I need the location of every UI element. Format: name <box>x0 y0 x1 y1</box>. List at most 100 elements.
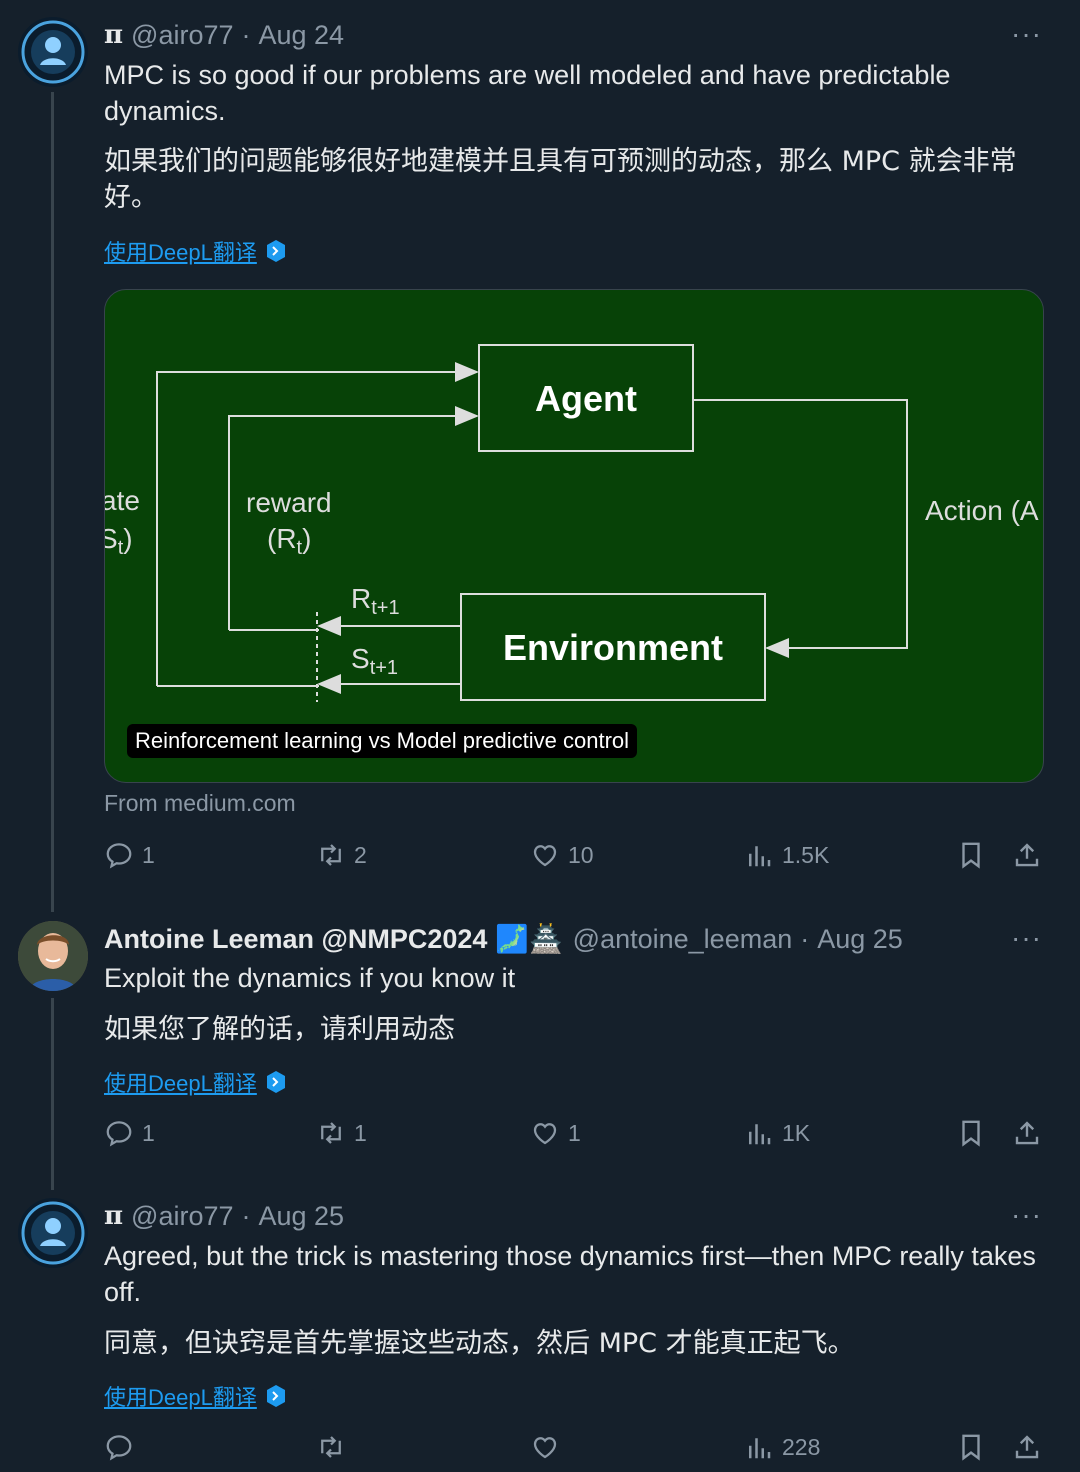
tweet-text: MPC is so good if our problems are well … <box>104 60 951 126</box>
tweet-actions: 1 1 1 1K <box>104 1118 1044 1158</box>
name-emoji: 🗾🏯 <box>495 924 563 954</box>
rl-diagram: Agent Environment ate St) reward (Rt) Rt… <box>105 344 1039 702</box>
card-caption: Reinforcement learning vs Model predicti… <box>127 724 638 758</box>
bookmark-icon <box>956 1118 986 1148</box>
more-icon[interactable]: ··· <box>1011 18 1042 50</box>
view-count: 228 <box>782 1433 821 1460</box>
reward-symbol: (Rt) <box>267 523 311 559</box>
bookmark-button[interactable] <box>956 1432 986 1462</box>
r-next-label: Rt+1 <box>351 583 400 619</box>
views-button[interactable]: 1K <box>744 1118 810 1148</box>
like-icon <box>530 840 560 870</box>
reply-count: 1 <box>142 841 155 868</box>
share-icon <box>1012 1432 1042 1462</box>
translate-link[interactable]: 使用DeepL翻译 <box>104 1380 287 1412</box>
reply-button[interactable]: 1 <box>104 840 155 870</box>
share-icon <box>1012 840 1042 870</box>
translate-link[interactable]: 使用DeepL翻译 <box>104 1066 287 1098</box>
card-source[interactable]: From medium.com <box>104 790 296 817</box>
avatar-image <box>18 921 88 991</box>
share-button[interactable] <box>1012 840 1042 870</box>
tweet-text: Agreed, but the trick is mastering those… <box>104 1241 1036 1307</box>
more-icon[interactable]: ··· <box>1011 922 1042 954</box>
deepl-icon <box>265 1070 287 1094</box>
action-arrow <box>693 399 908 658</box>
repost-count: 2 <box>354 841 367 868</box>
timestamp[interactable]: Aug 24 <box>259 20 345 51</box>
s-next-label: St+1 <box>351 643 398 679</box>
timestamp[interactable]: Aug 25 <box>259 1201 345 1232</box>
handle[interactable]: @airo77 <box>131 20 233 51</box>
separator: · <box>241 19 251 50</box>
share-button[interactable] <box>1012 1432 1042 1462</box>
tweet-actions: 1 2 10 1.5K <box>104 840 1044 880</box>
views-icon <box>744 1432 774 1462</box>
tweet-translation: 如果您了解的话，请利用动态 <box>104 1014 455 1045</box>
repost-button[interactable]: 2 <box>316 840 367 870</box>
avatar[interactable] <box>18 921 88 991</box>
more-icon[interactable]: ··· <box>1011 1199 1042 1231</box>
display-name[interactable]: Antoine Leeman @NMPC2024 <box>104 924 487 955</box>
separator: · <box>241 1200 251 1231</box>
tweet[interactable]: π @airo77 · Aug 24 ··· MPC is so good if… <box>0 0 1080 900</box>
avatar[interactable] <box>18 17 88 87</box>
tweet-header: π @airo77 · Aug 25 <box>104 1198 344 1234</box>
like-icon <box>530 1432 560 1462</box>
view-count: 1.5K <box>782 841 830 868</box>
handle[interactable]: @airo77 <box>131 1201 233 1232</box>
translate-link-label[interactable]: 使用DeepL翻译 <box>104 1066 257 1098</box>
display-name[interactable]: π <box>104 20 123 50</box>
reply-count: 1 <box>142 1119 155 1146</box>
repost-icon <box>316 1118 346 1148</box>
repost-count: 1 <box>354 1119 367 1146</box>
like-button[interactable]: 10 <box>530 840 594 870</box>
tweet-translation: 如果我们的问题能够很好地建模并且具有可预测的动态，那么 MPC 就会非常好。 <box>104 146 1017 213</box>
repost-button[interactable] <box>316 1432 346 1462</box>
timestamp[interactable]: Aug 25 <box>817 924 903 955</box>
tweet[interactable]: Antoine Leeman @NMPC2024 🗾🏯 @antoine_lee… <box>0 900 1080 1180</box>
agent-label: Agent <box>535 378 637 419</box>
translate-link-label[interactable]: 使用DeepL翻译 <box>104 1380 257 1412</box>
repost-icon <box>316 1432 346 1462</box>
avatar[interactable] <box>18 1198 88 1268</box>
link-card[interactable]: Agent Environment ate St) reward (Rt) Rt… <box>104 289 1044 783</box>
avatar-image <box>18 17 88 87</box>
like-button[interactable]: 1 <box>530 1118 581 1148</box>
state-symbol: St) <box>105 523 133 559</box>
share-button[interactable] <box>1012 1118 1042 1148</box>
tweet-actions: 228 <box>104 1432 1044 1472</box>
reward-label: reward <box>246 487 332 518</box>
share-icon <box>1012 1118 1042 1148</box>
reply-button[interactable] <box>104 1432 134 1462</box>
bookmark-button[interactable] <box>956 1118 986 1148</box>
bookmark-button[interactable] <box>956 840 986 870</box>
state-label: ate <box>105 485 140 516</box>
tweet[interactable]: π @airo77 · Aug 25 ··· Agreed, but the t… <box>0 1180 1080 1463</box>
tweet-header: π @airo77 · Aug 24 <box>104 17 344 53</box>
handle[interactable]: @antoine_leeman <box>573 924 793 955</box>
reply-icon <box>104 1118 134 1148</box>
deepl-icon <box>265 239 287 263</box>
repost-button[interactable]: 1 <box>316 1118 367 1148</box>
views-button[interactable]: 1.5K <box>744 840 829 870</box>
views-icon <box>744 840 774 870</box>
bookmark-icon <box>956 840 986 870</box>
translate-link[interactable]: 使用DeepL翻译 <box>104 235 287 267</box>
reply-button[interactable]: 1 <box>104 1118 155 1148</box>
like-count: 1 <box>568 1119 581 1146</box>
action-label: Action (A <box>925 495 1039 526</box>
like-icon <box>530 1118 560 1148</box>
tweet-translation: 同意，但诀窍是首先掌握这些动态，然后 MPC 才能真正起飞。 <box>104 1328 855 1359</box>
tweet-text: Exploit the dynamics if you know it <box>104 963 516 993</box>
like-button[interactable] <box>530 1432 560 1462</box>
like-count: 10 <box>568 841 594 868</box>
avatar-image <box>18 1198 88 1268</box>
tweet-header: Antoine Leeman @NMPC2024 🗾🏯 @antoine_lee… <box>104 921 903 957</box>
separator: · <box>800 923 810 954</box>
views-button[interactable]: 228 <box>744 1432 820 1462</box>
view-count: 1K <box>782 1119 811 1146</box>
translate-link-label[interactable]: 使用DeepL翻译 <box>104 235 257 267</box>
environment-label: Environment <box>503 627 723 668</box>
display-name[interactable]: π <box>104 1201 123 1231</box>
reply-icon <box>104 1432 134 1462</box>
